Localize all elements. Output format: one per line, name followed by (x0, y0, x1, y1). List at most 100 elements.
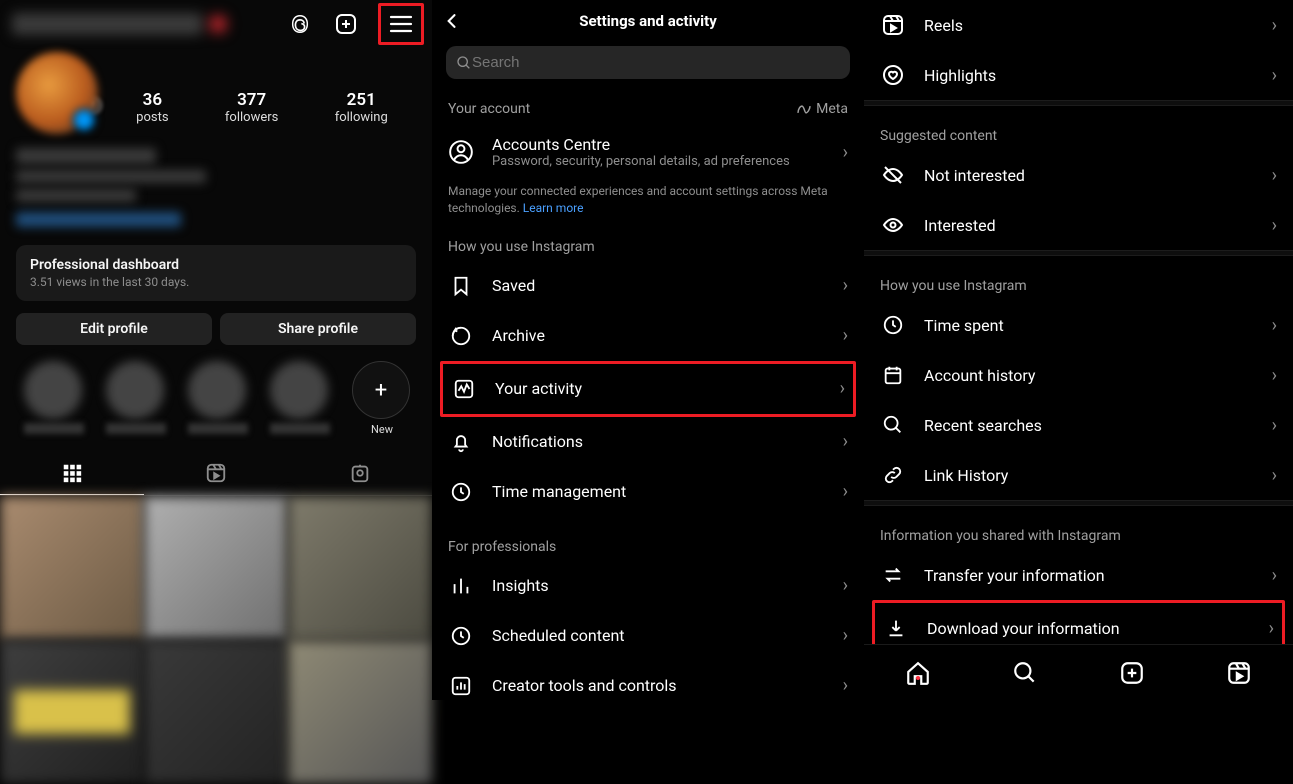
settings-column: Settings and activity Your account Meta … (432, 0, 864, 700)
accounts-desc: Manage your connected experiences and ac… (432, 181, 864, 217)
calendar-icon (880, 362, 906, 388)
not-interested-row[interactable]: Not interested › (864, 150, 1293, 200)
account-history-row[interactable]: Account history › (864, 350, 1293, 400)
nav-create[interactable] (1119, 660, 1145, 686)
chevron-right-icon: › (1272, 415, 1277, 436)
post-tile[interactable] (0, 640, 144, 784)
tab-tagged[interactable] (288, 452, 432, 495)
chevron-right-icon: › (843, 431, 848, 452)
post-tile[interactable] (288, 640, 432, 784)
bottom-nav (864, 644, 1293, 700)
hamburger-highlight (378, 3, 424, 45)
reels-icon (880, 12, 906, 38)
threads-icon[interactable] (286, 10, 314, 38)
eye-icon (880, 212, 906, 238)
transfer-icon (880, 562, 906, 588)
search-box[interactable] (446, 46, 850, 79)
chevron-right-icon: › (1272, 15, 1277, 36)
nav-home[interactable] (905, 660, 931, 686)
chevron-right-icon: › (1272, 565, 1277, 586)
bio-link-blur (16, 212, 181, 227)
edit-profile-button[interactable]: Edit profile (16, 313, 212, 345)
avatar[interactable] (16, 52, 98, 134)
highlight-blur[interactable] (106, 361, 164, 419)
share-profile-button[interactable]: Share profile (220, 313, 416, 345)
link-history-row[interactable]: Link History › (864, 450, 1293, 500)
bell-icon (448, 429, 474, 455)
post-tile[interactable] (0, 496, 144, 640)
accounts-centre-row[interactable]: Accounts CentrePassword, security, perso… (432, 123, 864, 181)
download-info-row[interactable]: Download your information › (875, 603, 1282, 644)
post-tile[interactable] (144, 640, 288, 784)
link-icon (880, 462, 906, 488)
accounts-centre-label: Accounts Centre (492, 135, 825, 154)
create-post-icon[interactable] (332, 10, 360, 38)
clock-icon (448, 479, 474, 505)
hamburger-menu-icon[interactable] (387, 10, 415, 38)
time-spent-row[interactable]: Time spent › (864, 300, 1293, 350)
highlight-blur[interactable] (270, 361, 328, 419)
chevron-right-icon: › (1269, 618, 1274, 639)
transfer-info-row[interactable]: Transfer your information › (864, 550, 1293, 600)
heart-circle-icon (880, 62, 906, 88)
saved-row[interactable]: Saved › (432, 261, 864, 311)
back-icon[interactable] (442, 11, 462, 31)
highlight-blur[interactable] (24, 361, 82, 419)
tab-grid[interactable] (0, 452, 144, 495)
user-circle-icon (448, 139, 474, 165)
highlight-blur[interactable] (188, 361, 246, 419)
search-icon (456, 55, 472, 71)
stat-posts[interactable]: 36posts (136, 90, 168, 134)
notifications-row[interactable]: Notifications › (432, 417, 864, 467)
archive-row[interactable]: Archive › (432, 311, 864, 361)
stat-following[interactable]: 251following (335, 90, 388, 134)
nav-search[interactable] (1012, 660, 1038, 686)
learn-more-link[interactable]: Learn more (523, 201, 584, 215)
stat-followers[interactable]: 377followers (225, 90, 278, 134)
section-info-shared: Information you shared with Instagram (864, 506, 1293, 550)
nav-reels[interactable] (1226, 660, 1252, 686)
chevron-right-icon: › (1272, 465, 1277, 486)
insights-row[interactable]: Insights › (432, 561, 864, 611)
profile-column: Customize? 36posts 377followers 251follo… (0, 0, 432, 700)
bio-name-blur (16, 148, 156, 164)
dashboard-subtitle: 3.51 views in the last 30 days. (30, 275, 402, 289)
insights-icon (448, 573, 474, 599)
chevron-right-icon: › (843, 481, 848, 502)
section-how-you-use: How you use Instagram (432, 217, 864, 261)
search-input[interactable] (472, 54, 840, 71)
section-suggested: Suggested content (864, 106, 1293, 150)
archive-icon (448, 323, 474, 349)
clock-icon (880, 312, 906, 338)
chevron-right-icon: › (843, 275, 848, 296)
profile-tabs (0, 452, 432, 496)
clock-icon (448, 623, 474, 649)
creator-tools-row[interactable]: Creator tools and controls › (432, 661, 864, 711)
search-icon (880, 412, 906, 438)
highlights-row[interactable]: Highlights › (864, 50, 1293, 100)
post-tile[interactable] (144, 496, 288, 640)
section-how-you-use-2: How you use Instagram (864, 256, 1293, 300)
settings-column-2: Reels › Highlights › Suggested content N… (864, 0, 1293, 700)
chevron-right-icon: › (843, 625, 848, 646)
professional-dashboard-card[interactable]: Professional dashboard 3.51 views in the… (16, 245, 416, 301)
chevron-right-icon: › (843, 142, 848, 163)
section-professionals: For professionals (432, 517, 864, 561)
time-management-row[interactable]: Time management › (432, 467, 864, 517)
your-activity-row[interactable]: Your activity › (443, 364, 853, 414)
tab-reels[interactable] (144, 452, 288, 495)
your-activity-highlight: Your activity › (440, 361, 856, 417)
interested-row[interactable]: Interested › (864, 200, 1293, 250)
recent-searches-row[interactable]: Recent searches › (864, 400, 1293, 450)
scheduled-row[interactable]: Scheduled content › (432, 611, 864, 661)
reels-row[interactable]: Reels › (864, 0, 1293, 50)
highlight-new[interactable]: + (352, 361, 410, 419)
chevron-right-icon: › (1272, 365, 1277, 386)
download-info-highlight: Download your information › (872, 600, 1285, 644)
chevron-right-icon: › (843, 325, 848, 346)
dashboard-title: Professional dashboard (30, 257, 402, 273)
post-tile[interactable] (288, 496, 432, 640)
meta-brand: Meta (796, 101, 848, 117)
activity-icon (451, 376, 477, 402)
section-your-account: Your account (448, 101, 530, 117)
